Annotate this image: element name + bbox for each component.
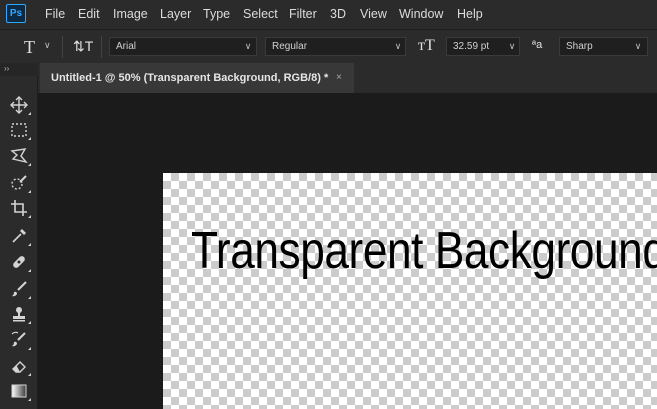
document-canvas[interactable]: [163, 173, 657, 409]
chevron-down-icon[interactable]: ∨: [630, 38, 646, 55]
font-style-field[interactable]: Regular: [265, 37, 406, 56]
chevron-down-icon[interactable]: ∨: [390, 38, 406, 55]
close-icon[interactable]: ×: [336, 63, 342, 93]
history-brush-tool-icon[interactable]: [6, 329, 32, 351]
type-tool-preset-icon[interactable]: T: [24, 37, 35, 58]
menu-help[interactable]: Help: [457, 0, 483, 29]
crop-tool-icon[interactable]: [6, 197, 32, 219]
menu-3d[interactable]: 3D: [330, 0, 346, 29]
eraser-tool-icon[interactable]: [6, 355, 32, 377]
menu-image[interactable]: Image: [113, 0, 148, 29]
chevron-down-icon[interactable]: ∨: [504, 38, 520, 55]
menu-filter[interactable]: Filter: [289, 0, 317, 29]
eyedropper-tool-icon[interactable]: [6, 225, 32, 247]
clone-stamp-tool-icon[interactable]: [6, 303, 32, 325]
menu-type[interactable]: Type: [203, 0, 230, 29]
menu-edit[interactable]: Edit: [78, 0, 100, 29]
move-tool-icon[interactable]: [6, 94, 32, 116]
document-tab-title[interactable]: Untitled-1 @ 50% (Transparent Background…: [51, 63, 328, 93]
menu-select[interactable]: Select: [243, 0, 278, 29]
gradient-tool-icon[interactable]: [6, 380, 32, 402]
healing-brush-tool-icon[interactable]: [6, 251, 32, 273]
collapse-panels-icon[interactable]: ››: [0, 63, 38, 76]
lasso-tool-icon[interactable]: [6, 145, 32, 167]
font-size-icon: тT: [418, 37, 435, 54]
menu-view[interactable]: View: [360, 0, 387, 29]
brush-tool-icon[interactable]: [6, 278, 32, 300]
quick-selection-tool-icon[interactable]: [6, 172, 32, 194]
separator: [101, 36, 102, 58]
chevron-down-icon[interactable]: ∨: [240, 38, 256, 55]
separator: [62, 36, 63, 58]
toggle-orientation-icon[interactable]: ⇅T: [73, 38, 93, 55]
menu-layer[interactable]: Layer: [160, 0, 191, 29]
canvas-text-layer[interactable]: Transparent Background: [191, 216, 657, 286]
photoshop-logo-icon[interactable]: Ps: [6, 4, 26, 23]
font-family-field[interactable]: Arial: [109, 37, 257, 56]
chevron-down-icon[interactable]: ∨: [44, 40, 51, 51]
menu-file[interactable]: File: [45, 0, 65, 29]
marquee-tool-icon[interactable]: [6, 119, 32, 141]
menu-window[interactable]: Window: [399, 0, 443, 29]
antialias-icon: ªa: [532, 39, 543, 51]
